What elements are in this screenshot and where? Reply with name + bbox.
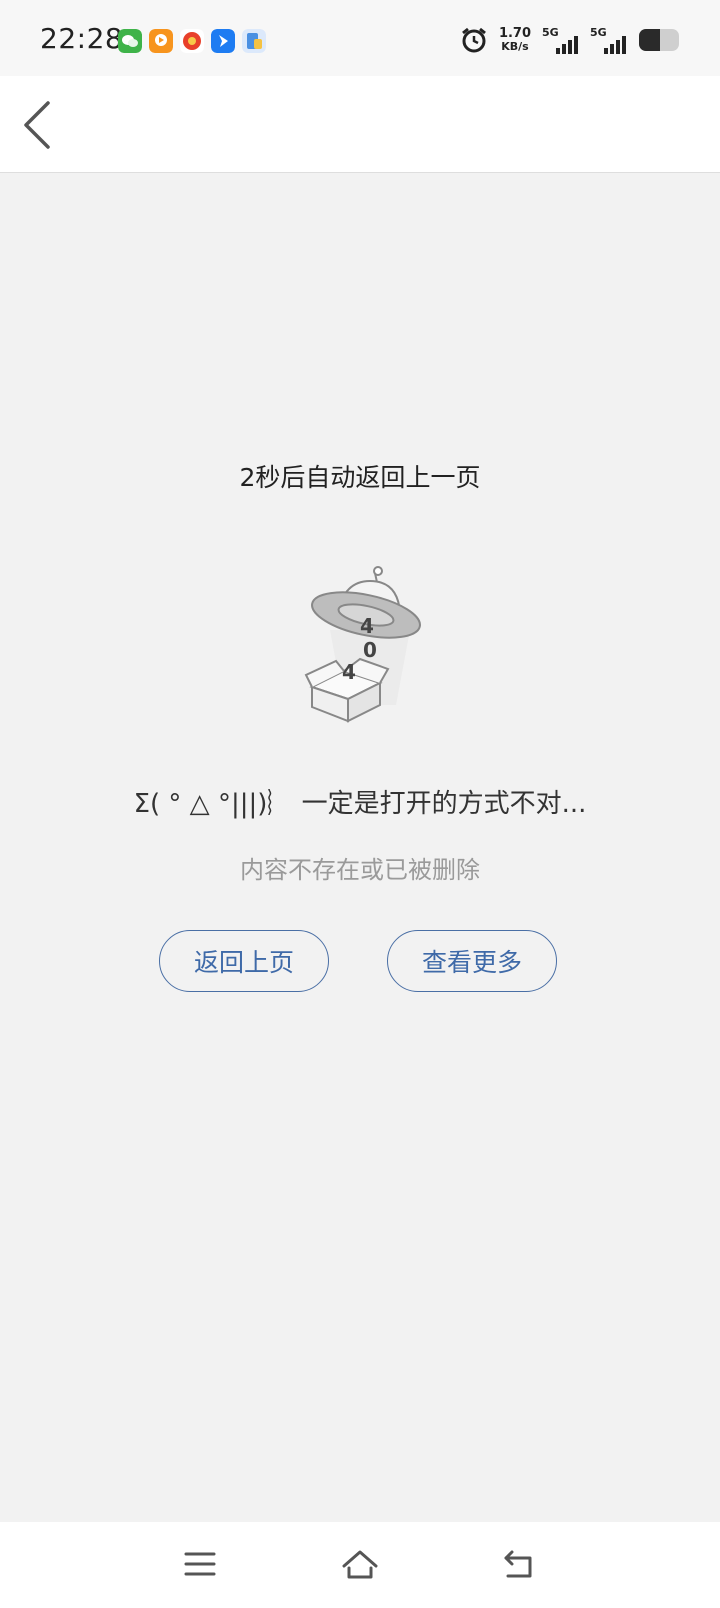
signal-indicator-2: 5G: [590, 24, 628, 56]
shopping-app-icon: [180, 29, 204, 53]
return-icon[interactable]: [500, 1544, 540, 1584]
digit-4-top: 4: [360, 614, 374, 638]
menu-icon[interactable]: [180, 1544, 220, 1584]
signal-bars-icon: [556, 36, 578, 54]
feishu-app-icon: [211, 29, 235, 53]
status-time: 22:28: [40, 22, 124, 55]
top-nav-bar: [0, 76, 720, 173]
net-speed-value: 1.70: [498, 26, 532, 41]
digit-4-bottom: 4: [342, 660, 356, 684]
video-app-icon: [149, 29, 173, 53]
system-nav-bar: [0, 1522, 720, 1608]
alarm-icon: [462, 27, 486, 53]
countdown-text: 2秒后自动返回上一页: [239, 463, 481, 492]
ufo-404-illustration: 4 0 4: [304, 566, 421, 723]
signal-bars-icon: [604, 36, 626, 54]
files-app-icon: [242, 29, 266, 53]
net-speed-unit: KB/s: [501, 40, 529, 53]
home-icon[interactable]: [340, 1544, 380, 1584]
error-headline: Σ( ° △ °|||)︴ 一定是打开的方式不对...: [133, 789, 587, 819]
notification-icons: [118, 29, 266, 53]
back-arrow-icon[interactable]: [18, 99, 58, 151]
signal-indicator-1: 5G: [542, 24, 580, 56]
status-indicators: 1.70 KB/s 5G 5G: [460, 24, 680, 56]
view-more-button[interactable]: 查看更多: [387, 930, 557, 992]
status-bar: 22:28 1.70 KB/s 5G 5G: [0, 0, 720, 76]
net-speed: 1.70 KB/s: [498, 27, 532, 53]
go-back-button[interactable]: 返回上页: [159, 930, 329, 992]
error-subtext: 内容不存在或已被删除: [240, 856, 480, 884]
wechat-icon: [118, 29, 142, 53]
digit-0: 0: [363, 638, 377, 662]
battery-icon: [639, 29, 679, 51]
